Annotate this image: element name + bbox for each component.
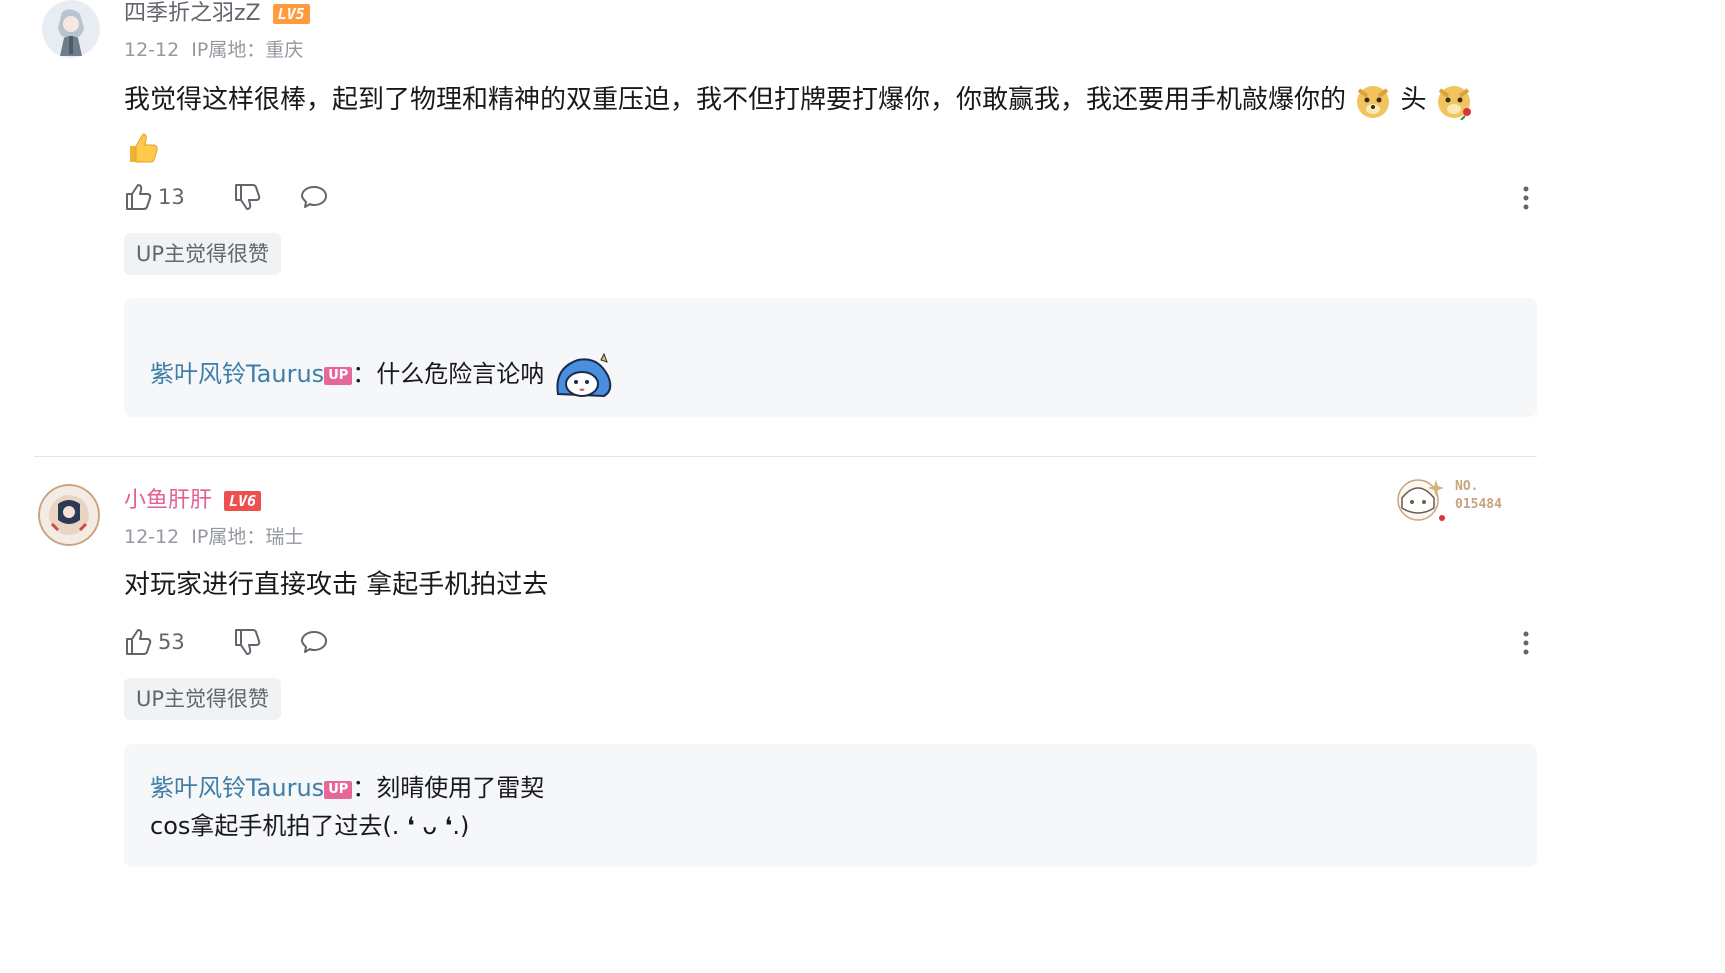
avatar[interactable] bbox=[38, 484, 100, 546]
reply-username[interactable]: 紫叶风铃Taurus bbox=[150, 360, 324, 388]
more-options-button[interactable] bbox=[1522, 629, 1530, 659]
reply-icon[interactable] bbox=[299, 627, 329, 657]
comment-date: 12-12 bbox=[124, 39, 180, 61]
username-text[interactable]: 小鱼肝肝 bbox=[124, 487, 212, 515]
avatar[interactable] bbox=[42, 0, 100, 58]
level-badge: LV5 bbox=[272, 4, 310, 24]
username[interactable]: 四季折之羽zZ LV5 bbox=[124, 0, 310, 28]
up-badge: UP bbox=[324, 781, 353, 799]
reply-text-line2: cos拿起手机拍了过去(. ❛ ᴗ ❛.) bbox=[150, 812, 470, 840]
comment-text: 对玩家进行直接攻击 拿起手机拍过去 bbox=[124, 570, 549, 600]
reply-text: ：刻晴使用了雷契 bbox=[352, 774, 545, 802]
ip-location: IP属地：瑞士 bbox=[191, 526, 304, 548]
medal-label: NO. bbox=[1455, 479, 1479, 494]
comment-text: 我觉得这样很棒，起到了物理和精神的双重压迫，我不但打牌要打爆你，你敢赢我，我还要… bbox=[124, 85, 1347, 115]
username[interactable]: 小鱼肝肝 LV6 bbox=[124, 487, 262, 515]
up-liked-tag: UP主觉得很赞 bbox=[124, 678, 282, 720]
more-options-button[interactable] bbox=[1522, 184, 1530, 214]
more-icon[interactable] bbox=[1522, 629, 1530, 659]
dislike-button[interactable] bbox=[233, 182, 263, 212]
doge-rose-emoji-icon bbox=[1435, 82, 1473, 121]
medal-number: 015484 bbox=[1455, 497, 1502, 512]
up-badge: UP bbox=[324, 367, 353, 385]
comment-meta: 12-12 IP属地：重庆 bbox=[124, 35, 309, 62]
reply-button[interactable] bbox=[299, 627, 329, 657]
reply-item: 紫叶风铃Taurus UP ：刻晴使用了雷契 cos拿起手机拍了过去(. ❛ ᴗ ❛… bbox=[150, 769, 544, 845]
character-medal-icon bbox=[1397, 479, 1445, 521]
level-badge: LV6 bbox=[224, 491, 262, 511]
like-count: 13 bbox=[158, 185, 185, 209]
comment-content: 我觉得这样很棒，起到了物理和精神的双重压迫，我不但打牌要打爆你，你敢赢我，我还要… bbox=[124, 77, 1534, 169]
dislike-button[interactable] bbox=[233, 627, 263, 657]
like-count: 53 bbox=[158, 630, 185, 654]
comment-text-tail: 头 bbox=[1400, 85, 1427, 115]
ip-location: IP属地：重庆 bbox=[191, 39, 304, 61]
comment-date: 12-12 bbox=[124, 526, 180, 548]
like-icon[interactable] bbox=[124, 627, 154, 657]
reply-icon[interactable] bbox=[299, 182, 329, 212]
like-button[interactable]: 53 bbox=[124, 627, 185, 657]
username-text[interactable]: 四季折之羽zZ bbox=[124, 0, 261, 28]
reply-button[interactable] bbox=[299, 182, 329, 212]
like-button[interactable]: 13 bbox=[124, 182, 185, 212]
dislike-icon[interactable] bbox=[233, 627, 263, 657]
comment-meta: 12-12 IP属地：瑞士 bbox=[124, 522, 309, 549]
more-icon[interactable] bbox=[1522, 184, 1530, 214]
reply-item: 紫叶风铃Taurus UP ：什么危险言论呐 bbox=[150, 350, 614, 400]
comment-actions: 53 bbox=[124, 622, 365, 662]
dislike-icon[interactable] bbox=[233, 182, 263, 212]
character-sticker-icon bbox=[552, 350, 614, 400]
up-liked-tag: UP主觉得很赞 bbox=[124, 233, 282, 275]
doge-emoji-icon bbox=[1354, 82, 1392, 120]
comment-item: 四季折之羽zZ LV5 12-12 IP属地：重庆 我觉得这样很棒，起到了物理和… bbox=[0, 0, 1725, 456]
comment-item: 小鱼肝肝 LV6 12-12 IP属地：瑞士 NO. 015484 对玩家进行直… bbox=[0, 479, 1725, 973]
reply-username[interactable]: 紫叶风铃Taurus bbox=[150, 774, 324, 802]
comment-divider bbox=[34, 456, 1537, 457]
reply-text: ：什么危险言论呐 bbox=[352, 360, 545, 388]
comment-actions: 13 bbox=[124, 177, 365, 217]
fan-medal[interactable]: NO. 015484 bbox=[1384, 470, 1524, 530]
comment-content: 对玩家进行直接攻击 拿起手机拍过去 bbox=[124, 562, 1534, 608]
like-icon[interactable] bbox=[124, 182, 154, 212]
thumbs-up-emoji-icon bbox=[124, 128, 162, 166]
